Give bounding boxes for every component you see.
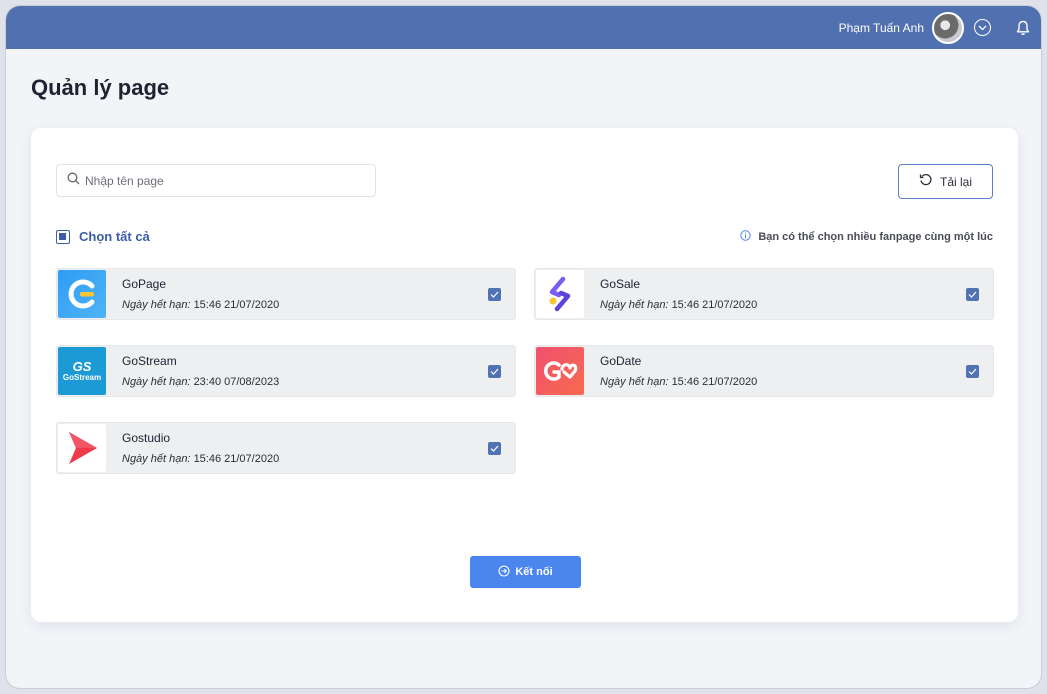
page-expiry: Ngày hết hạn: 15:46 21/07/2020 — [122, 299, 280, 311]
page-item-gopage[interactable]: GoPage Ngày hết hạn: 15:46 21/07/2020 — [56, 268, 516, 320]
gostream-logo: GS GoStream — [58, 347, 106, 395]
page-expiry: Ngày hết hạn: 23:40 07/08/2023 — [122, 376, 280, 388]
page-expiry: Ngày hết hạn: 15:46 21/07/2020 — [122, 453, 280, 465]
page-list: GoPage Ngày hết hạn: 15:46 21/07/2020 Go… — [56, 268, 994, 478]
page-checkbox[interactable] — [488, 364, 501, 378]
gosale-logo — [536, 270, 584, 318]
chevron-down-icon[interactable] — [974, 19, 991, 36]
search-icon — [67, 172, 80, 190]
page-expiry: Ngày hết hạn: 15:46 21/07/2020 — [600, 299, 758, 311]
page-item-gostudio[interactable]: Gostudio Ngày hết hạn: 15:46 21/07/2020 — [56, 422, 516, 474]
page-name: Gostudio — [122, 431, 171, 445]
gostudio-logo — [58, 424, 106, 472]
connect-label: Kết nối — [515, 566, 553, 578]
page-name: GoPage — [122, 277, 167, 291]
avatar[interactable] — [932, 11, 964, 44]
search-input[interactable] — [85, 173, 365, 188]
page-name: GoDate — [600, 354, 642, 368]
bell-icon[interactable] — [1013, 18, 1033, 38]
multi-select-hint: Bạn có thể chọn nhiều fanpage cùng một l… — [740, 230, 993, 244]
page-item-gostream[interactable]: GS GoStream GoStream Ngày hết hạn: 23:40… — [56, 345, 516, 397]
page-checkbox[interactable] — [488, 441, 501, 455]
page-list-card: Tải lại Chọn tất cả Bạn có thể chọn nhiề… — [31, 128, 1018, 622]
reload-button[interactable]: Tải lại — [898, 164, 993, 199]
page-checkbox[interactable] — [966, 364, 979, 378]
info-icon — [740, 230, 752, 244]
page-item-gosale[interactable]: GoSale Ngày hết hạn: 15:46 21/07/2020 — [534, 268, 994, 320]
page-title: Quản lý page — [31, 75, 170, 100]
select-all-box[interactable] — [56, 229, 70, 244]
page-item-godate[interactable]: GoDate Ngày hết hạn: 15:46 21/07/2020 — [534, 345, 994, 397]
page-name: GoSale — [600, 277, 641, 291]
gopage-logo — [58, 270, 106, 318]
page-name: GoStream — [122, 354, 177, 368]
hint-text: Bạn có thể chọn nhiều fanpage cùng một l… — [758, 231, 993, 243]
page-expiry: Ngày hết hạn: 15:46 21/07/2020 — [600, 376, 758, 388]
page-checkbox[interactable] — [488, 287, 501, 301]
select-all-checkbox[interactable]: Chọn tất cả — [56, 229, 150, 244]
godate-logo — [536, 347, 584, 395]
top-bar: Phạm Tuấn Anh — [6, 6, 1041, 49]
select-all-label: Chọn tất cả — [79, 229, 150, 244]
search-box[interactable] — [56, 164, 376, 197]
app-window: Phạm Tuấn Anh Quản lý page Tải lại Chọn … — [6, 6, 1041, 688]
arrow-right-circle-icon — [498, 564, 510, 580]
user-name: Phạm Tuấn Anh — [838, 20, 924, 35]
reload-icon — [919, 173, 933, 190]
connect-button[interactable]: Kết nối — [470, 556, 581, 588]
page-checkbox[interactable] — [966, 287, 979, 301]
reload-label: Tải lại — [939, 174, 972, 189]
